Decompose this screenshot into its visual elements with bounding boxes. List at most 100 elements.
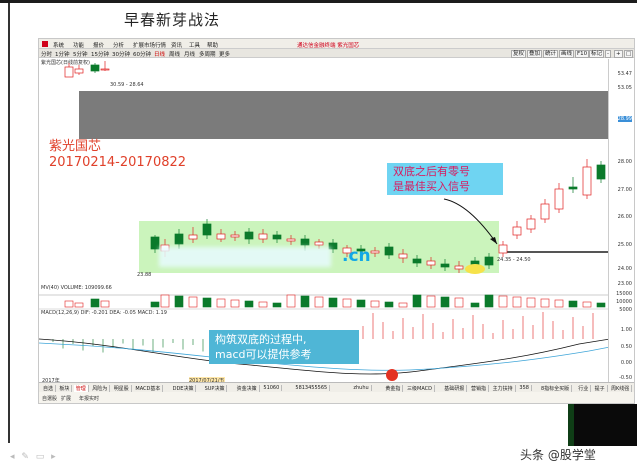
candle-body xyxy=(202,223,212,236)
indicator-tab[interactable]: 主力扶持 xyxy=(491,385,516,392)
volume-bar xyxy=(216,298,226,308)
indicator-tab[interactable]: 8指标全买版 xyxy=(539,385,573,392)
volume-bar xyxy=(286,294,296,308)
signal-line-2: 是最佳买入信号 xyxy=(393,180,470,193)
candle-body xyxy=(412,258,422,264)
volume-bar xyxy=(90,298,100,308)
indicator-tab[interactable]: 三级MACD xyxy=(405,385,435,392)
candle-body xyxy=(216,233,226,240)
indicator-tab[interactable]: 营销指 xyxy=(469,385,490,392)
volume-bar xyxy=(272,302,282,308)
candle-body xyxy=(272,234,282,240)
slide-nav-controls[interactable]: ◂ ✎ ▭ ▸ xyxy=(10,452,58,462)
volume-bar xyxy=(174,295,184,308)
indicator-tab[interactable]: SUP决策 xyxy=(203,385,228,392)
indicator-tab[interactable]: 明星股 xyxy=(112,385,132,392)
candle-body xyxy=(498,244,508,254)
indicator-tab[interactable]: 黄金指 xyxy=(383,385,404,392)
indicator-tab[interactable]: 板块 xyxy=(57,385,73,392)
candle-body xyxy=(454,265,464,270)
volume-bar xyxy=(356,299,366,308)
volume-bar xyxy=(64,300,74,308)
volume-bar xyxy=(596,302,606,308)
volume-bar xyxy=(244,300,254,308)
macd-callout-line-2: macd可以提供参考 xyxy=(215,348,312,361)
status-bar: 自選股 扩展 年报实时 xyxy=(39,392,634,403)
indicator-tab[interactable]: 管理 xyxy=(73,385,89,392)
indicator-tab[interactable]: MACD基本 xyxy=(133,385,164,392)
price-tick: 23.00 xyxy=(617,281,632,287)
volume-bar xyxy=(384,301,394,308)
signal-callout: 双底之后有零号 是最佳买入信号 xyxy=(387,163,503,195)
price-tick: 27.00 xyxy=(617,187,632,193)
indicator-tab[interactable]: 51060 xyxy=(261,385,283,391)
volume-bar xyxy=(412,294,422,308)
indicator-tab[interactable]: 周K线强 xyxy=(609,385,633,392)
status-item[interactable]: 自選股 xyxy=(42,395,57,402)
volume-bar xyxy=(300,295,310,308)
candle-body xyxy=(174,233,184,245)
indicator-tab[interactable]: 358 xyxy=(517,385,532,391)
candle-body xyxy=(258,233,268,240)
candle-body xyxy=(370,250,380,254)
volume-bar xyxy=(484,294,494,308)
candle-body xyxy=(596,164,606,180)
macd-tick: 0.00 xyxy=(620,360,632,366)
macd-tick: 0.50 xyxy=(620,344,632,350)
volume-bar xyxy=(314,296,324,308)
volume-bar xyxy=(398,302,408,308)
candle-body xyxy=(74,68,84,74)
volume-bar xyxy=(454,297,464,308)
volume-bar xyxy=(540,298,550,308)
volume-bars xyxy=(64,294,606,308)
volume-bar xyxy=(100,300,110,308)
candle-body xyxy=(244,231,254,240)
volume-tick: 10000 xyxy=(616,299,632,305)
candle-body xyxy=(554,188,564,210)
price-tick: 53.05 xyxy=(617,85,632,91)
indicator-tab[interactable]: 基础研报 xyxy=(442,385,468,392)
indicator-tab[interactable]: 风险为 xyxy=(90,385,111,392)
dark-gap-band xyxy=(79,91,610,139)
candle-body xyxy=(286,238,296,242)
blurred-watermark xyxy=(159,247,331,267)
indicator-tab[interactable]: zhuhu xyxy=(351,385,372,391)
annotation-date-range: 20170214-20170822 xyxy=(49,155,187,170)
signal-line-1: 双底之后有零号 xyxy=(393,165,470,178)
candle-body xyxy=(384,246,394,256)
slide-top-border xyxy=(0,0,637,3)
indicator-tab[interactable]: 5813455565 xyxy=(293,385,331,391)
indicator-tab[interactable]: 自选 xyxy=(41,385,57,392)
macd-indicator-label: MACD(12,26,9) DIF: -0.201 DEA: -0.05 MAC… xyxy=(41,310,167,316)
volume-tick: 5000 xyxy=(619,307,632,313)
high-price-label: 30.59 - 28.64 xyxy=(110,82,144,88)
window-button[interactable]: □ xyxy=(624,50,634,58)
macd-bottom-marker xyxy=(386,369,398,381)
volume-bar xyxy=(328,297,338,308)
status-item[interactable]: 年报实时 xyxy=(79,395,99,402)
price-tick: 26.00 xyxy=(617,214,632,220)
author-watermark: 头条 @股学堂 xyxy=(520,448,596,462)
candle-body xyxy=(426,260,436,266)
price-axis: 53.47 53.05 28.99 28.00 27.00 26.00 25.0… xyxy=(608,59,634,382)
status-item[interactable]: 扩展 xyxy=(61,395,71,402)
stock-annotation: 紫光国芯 20170214-20170822 xyxy=(49,139,186,171)
candle-body xyxy=(188,234,198,240)
site-watermark: .cn xyxy=(342,246,371,266)
indicator-tab[interactable]: DDE决策 xyxy=(171,385,197,392)
range-label: 24.35 - 24.50 xyxy=(497,257,531,263)
price-tick: 53.47 xyxy=(617,71,632,77)
candle-body xyxy=(64,66,74,78)
annotation-stock-name: 紫光国芯 xyxy=(49,139,102,154)
zoom-in-button[interactable]: + xyxy=(614,50,623,58)
low-price-label: 23.88 xyxy=(137,272,152,278)
indicator-tab[interactable]: 行业 xyxy=(576,385,592,392)
volume-bar xyxy=(230,299,240,308)
volume-bar xyxy=(512,296,522,308)
indicator-tab[interactable]: 提子 xyxy=(593,385,608,392)
volume-tick: 15000 xyxy=(616,291,632,297)
macd-tick: 1.00 xyxy=(620,327,632,333)
indicator-tab[interactable]: 资金决策 xyxy=(235,385,260,392)
candle-body xyxy=(100,68,110,71)
candle-body xyxy=(90,64,100,72)
